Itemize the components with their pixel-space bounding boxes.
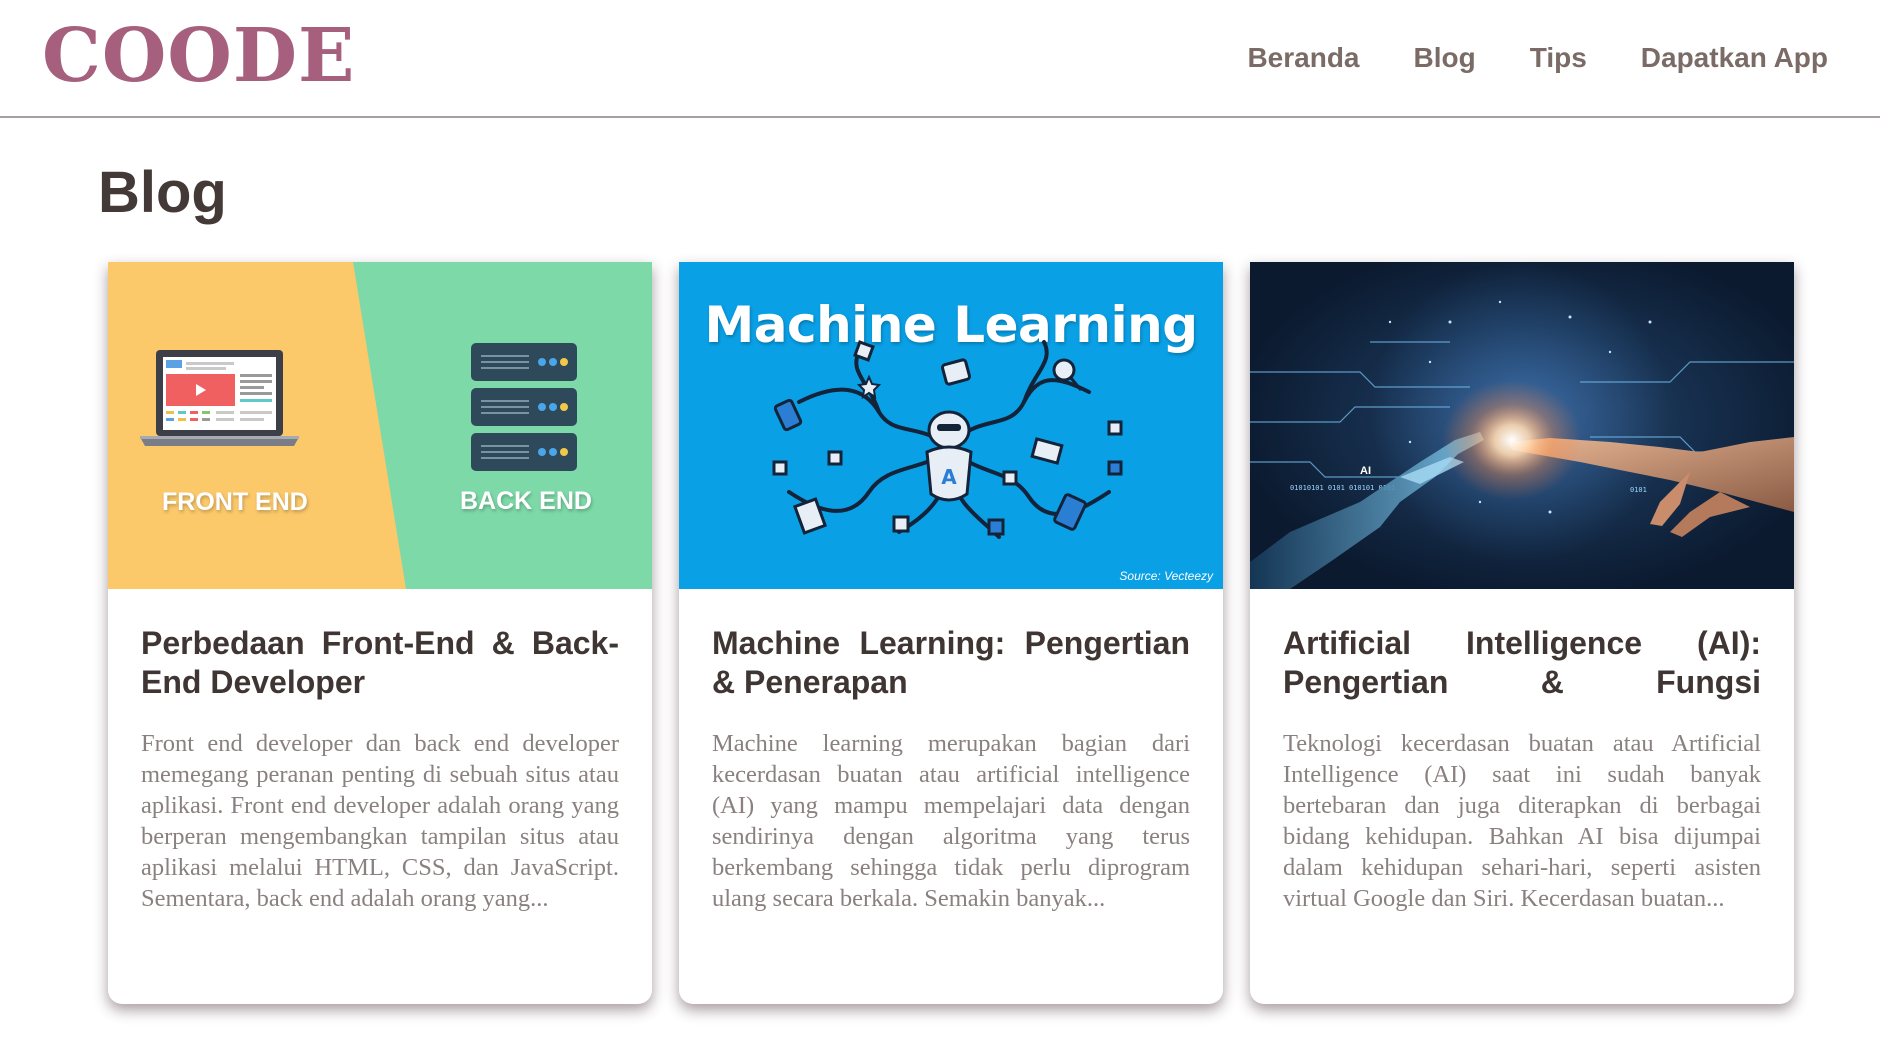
laptop-icon — [140, 350, 299, 446]
card-excerpt: Machine learning merupakan bagian dari k… — [712, 730, 1190, 912]
svg-text:A: A — [941, 465, 957, 489]
front-end-label: FRONT END — [162, 488, 308, 516]
nav-link-dapatkan-app[interactable]: Dapatkan App — [1641, 38, 1828, 78]
card-excerpt: Teknologi kecerdasan buatan atau Artific… — [1283, 730, 1761, 912]
nav-link-blog[interactable]: Blog — [1414, 38, 1476, 78]
nav-link-beranda[interactable]: Beranda — [1247, 38, 1359, 78]
card-image-frontend-backend: FRONT END BACK END — [108, 262, 652, 589]
site-logo[interactable]: COODE — [42, 14, 355, 98]
robot-icon: A — [925, 410, 973, 502]
robot-network-illustration: A — [772, 340, 1123, 539]
site-header: COODE Beranda Blog Tips Dapatkan App — [0, 0, 1880, 118]
back-end-label: BACK END — [460, 487, 592, 515]
blog-card-artificial-intelligence[interactable]: 01010101 0101 010101 0101 0101 AI Artifi… — [1250, 262, 1794, 1004]
ai-hand-illustration: 01010101 0101 010101 0101 0101 AI — [1250, 262, 1794, 589]
card-title[interactable]: Machine Learning: Pengertian & Penerapan — [712, 624, 1190, 702]
image-source-credit: Source: Vecteezy — [1119, 569, 1213, 583]
card-image-artificial-intelligence: 01010101 0101 010101 0101 0101 AI — [1250, 262, 1794, 589]
nav-link-tips[interactable]: Tips — [1530, 38, 1587, 78]
card-title[interactable]: Artificial Intelligence (AI): Pengertian… — [1283, 624, 1761, 702]
svg-text:AI: AI — [1360, 465, 1371, 477]
card-title[interactable]: Perbedaan Front-End & Back-End Developer — [141, 624, 619, 702]
card-image-machine-learning: Machine Learning A Source: Vecteezy — [679, 262, 1223, 589]
page-title: Blog — [98, 160, 227, 225]
main-nav: Beranda Blog Tips Dapatkan App — [1193, 38, 1828, 78]
frontend-backend-illustration — [108, 262, 577, 589]
svg-text:0101: 0101 — [1630, 486, 1647, 494]
blog-card-frontend-backend[interactable]: FRONT END BACK END Perbedaan Front-End &… — [108, 262, 652, 1004]
server-stack-icon — [471, 343, 577, 471]
blog-card-machine-learning[interactable]: Machine Learning A Source: Vecteezy Mach… — [679, 262, 1223, 1004]
card-excerpt: Front end developer dan back end develop… — [141, 730, 619, 912]
